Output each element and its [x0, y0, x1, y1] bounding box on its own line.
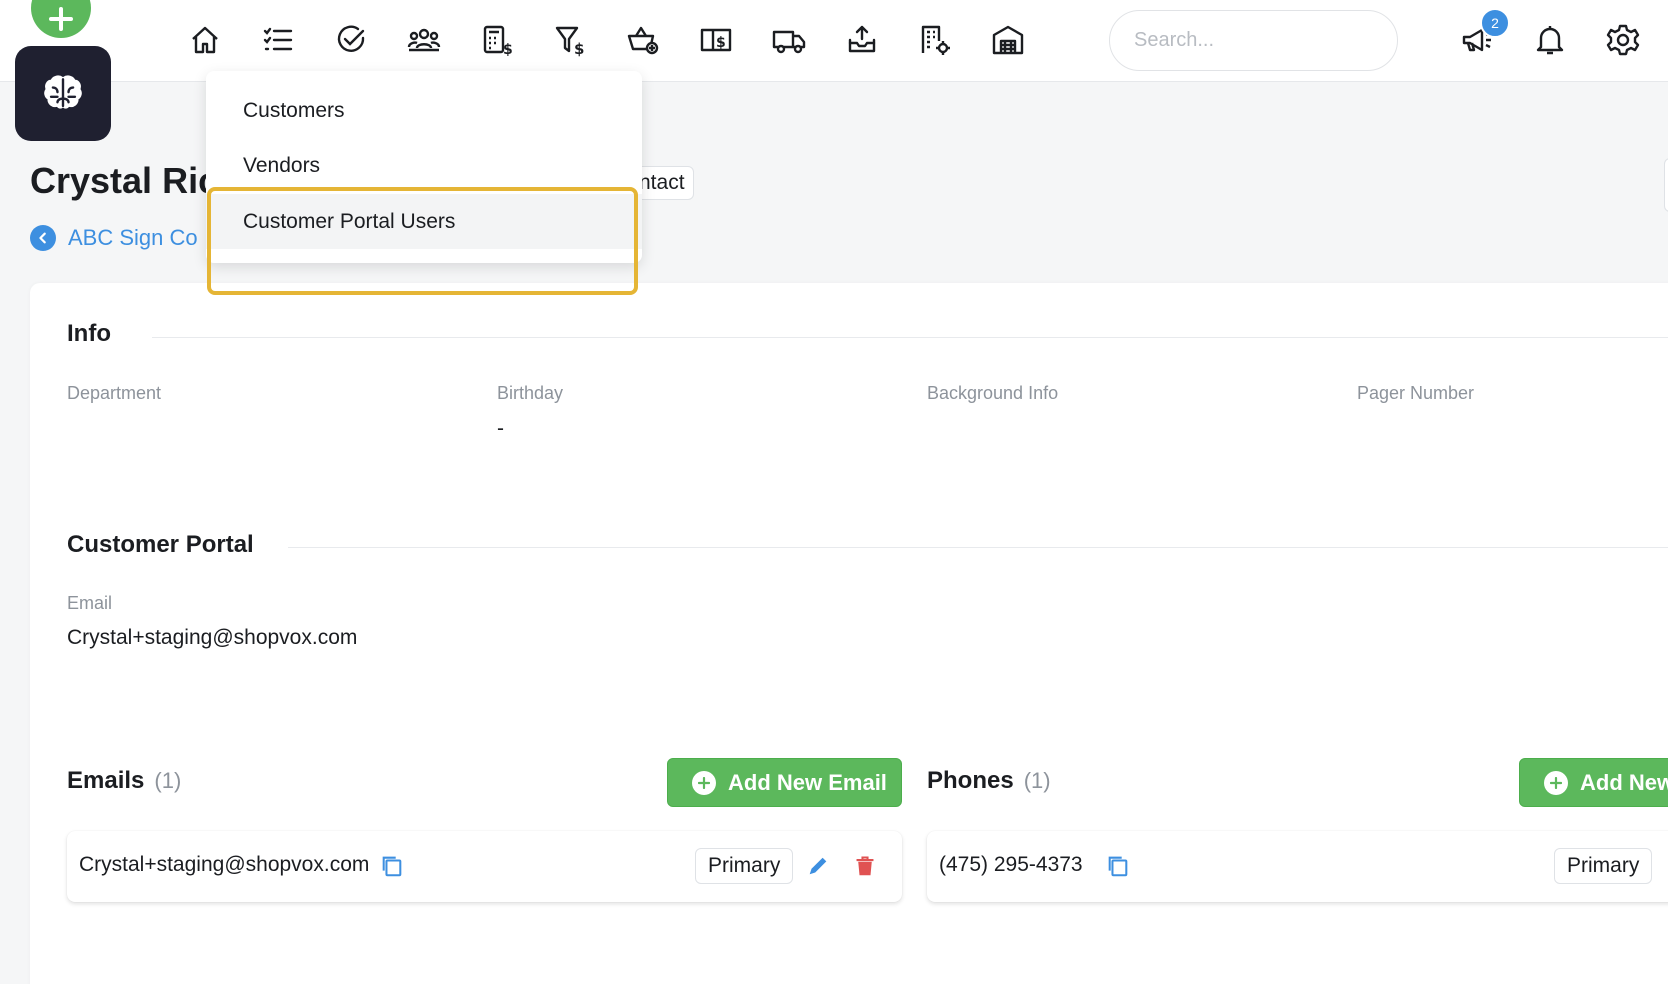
emails-count: (1) [154, 768, 182, 793]
birthday-label: Birthday [497, 383, 564, 403]
home-icon[interactable] [185, 20, 225, 60]
header-action-button[interactable] [1664, 158, 1668, 212]
menu-item-customer-portal-users[interactable]: Customer Portal Users [206, 194, 642, 249]
phone-primary-tag: Primary [1554, 848, 1653, 884]
delete-trash-icon[interactable] [852, 853, 878, 879]
notification-count-badge: 2 [1480, 8, 1510, 38]
bell-icon[interactable] [1530, 20, 1570, 60]
contact-action-label: ntact [639, 171, 685, 194]
background-info-label: Background Info [927, 383, 1059, 403]
gear-icon[interactable] [1603, 20, 1643, 60]
phones-section-title: Phones (1) [927, 767, 1051, 795]
info-divider [152, 337, 1668, 338]
add-new-phone-label: Add New [1580, 769, 1668, 795]
top-navigation-bar: $ $ $ 2 [0, 0, 1668, 82]
search-input[interactable] [1109, 10, 1398, 71]
email-primary-tag: Primary [695, 848, 794, 884]
copy-icon[interactable] [1105, 853, 1131, 879]
emails-section-title: Emails (1) [67, 767, 181, 795]
company-name-label: ABC Sign Co [68, 225, 198, 250]
customer-portal-divider [288, 547, 1668, 548]
portal-email-label: Email [67, 593, 113, 613]
inbox-upload-icon[interactable] [842, 20, 882, 60]
contact-name-title: Crystal Ric [30, 160, 219, 201]
back-to-company-link[interactable]: ABC Sign Co [30, 225, 198, 251]
task-list-icon[interactable] [258, 20, 298, 60]
svg-text:$: $ [574, 40, 584, 57]
svg-text:$: $ [503, 42, 513, 57]
contact-details-card: Info Department Birthday - Background In… [30, 283, 1668, 984]
book-dollar-icon[interactable]: $ [696, 20, 736, 60]
info-section-title: Info [67, 320, 111, 347]
copy-icon[interactable] [379, 853, 405, 879]
add-new-email-label: Add New Email [728, 769, 887, 795]
plus-circle-icon [1544, 770, 1568, 795]
menu-item-vendors[interactable]: Vendors [206, 138, 642, 193]
portal-email-value: Crystal+staging@shopvox.com [67, 626, 358, 649]
add-new-email-button[interactable]: Add New Email [667, 758, 902, 807]
sales-funnel-icon[interactable]: $ [550, 20, 590, 60]
add-new-phone-button[interactable]: Add New [1519, 758, 1668, 807]
create-new-button[interactable] [31, 0, 91, 38]
basket-add-icon[interactable] [623, 20, 663, 60]
delivery-truck-icon[interactable] [769, 20, 809, 60]
phones-count: (1) [1023, 768, 1051, 793]
warehouse-icon[interactable] [988, 20, 1028, 60]
pager-number-label: Pager Number [1357, 383, 1475, 403]
phone-value: (475) 295-4373 [939, 853, 1083, 876]
menu-item-customers[interactable]: Customers [206, 83, 642, 138]
email-list-item: Crystal+staging@shopvox.com Primary [67, 831, 902, 902]
invoice-calculator-icon[interactable]: $ [477, 20, 517, 60]
plus-icon [49, 7, 73, 31]
phones-title-text: Phones [927, 767, 1014, 794]
app-logo-brain-icon[interactable] [15, 46, 111, 141]
emails-title-text: Emails [67, 767, 145, 794]
check-circle-icon[interactable] [331, 20, 371, 60]
phone-list-item: (475) 295-4373 Primary [927, 831, 1668, 902]
customer-portal-section-title: Customer Portal [67, 531, 254, 558]
building-gear-icon[interactable] [915, 20, 955, 60]
chevron-left-icon [30, 225, 56, 251]
svg-text:$: $ [716, 35, 726, 51]
department-label: Department [67, 383, 162, 403]
contacts-dropdown-menu: Customers Vendors Customer Portal Users [206, 71, 642, 263]
email-value: Crystal+staging@shopvox.com [79, 853, 370, 876]
birthday-value: - [497, 417, 504, 440]
contacts-group-icon[interactable] [404, 20, 444, 60]
edit-pencil-icon[interactable] [805, 853, 831, 879]
plus-circle-icon [692, 770, 716, 795]
